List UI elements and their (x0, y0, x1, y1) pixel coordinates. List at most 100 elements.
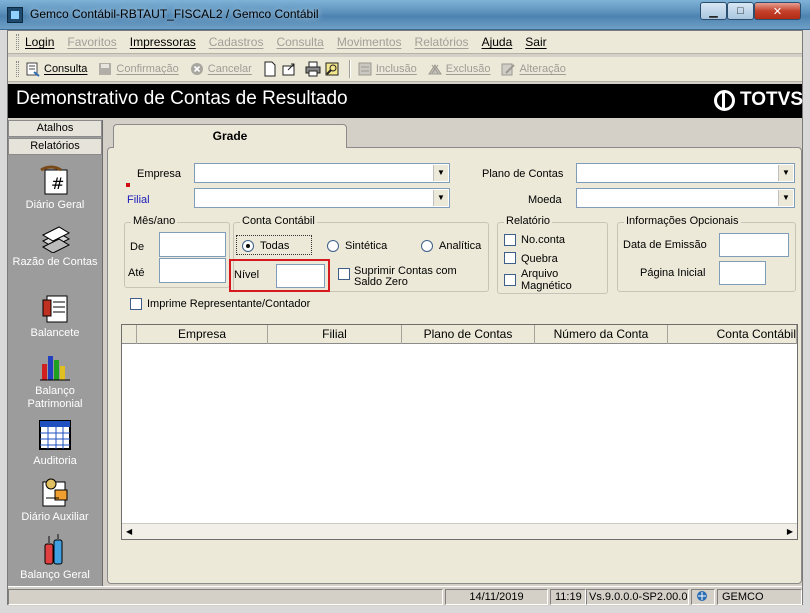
window-title: Gemco Contábil-RBTAUT_FISCAL2 / Gemco Co… (30, 7, 319, 21)
atalhos-button[interactable]: Atalhos (8, 120, 102, 137)
pagina-inicial-label: Página Inicial (640, 267, 706, 279)
shortcut-label: Diário Auxiliar (21, 511, 89, 523)
imprime-representante-label: Imprime Representante/Contador (147, 298, 311, 310)
relatorios-button[interactable]: Relatórios (8, 138, 102, 155)
menu-consulta[interactable]: Consulta (276, 35, 323, 49)
menu-login[interactable]: Login (25, 35, 54, 49)
data-emissao-input[interactable] (719, 233, 789, 257)
chevron-down-icon[interactable]: ▼ (433, 165, 448, 181)
balance-sheet-icon (39, 292, 71, 324)
toolbar-separator (348, 60, 351, 78)
alteracao-label: Alteração (519, 63, 566, 75)
status-version: Vs.9.0.0.0-SP2.00.0 (586, 589, 689, 605)
alteracao-button[interactable]: Alteração (500, 61, 566, 77)
cancelar-label: Cancelar (207, 63, 252, 75)
menu-relatorios[interactable]: Relatórios (415, 35, 469, 49)
cancelar-button[interactable]: Cancelar (189, 61, 252, 77)
inclusao-button[interactable]: Inclusão (357, 61, 417, 77)
delete-icon (427, 61, 443, 77)
tab-grade[interactable]: Grade (113, 124, 347, 148)
moeda-combo[interactable]: ▼ (576, 188, 795, 208)
menu-favoritos[interactable]: Favoritos (67, 35, 116, 49)
grid-column-header[interactable]: Número da Conta (535, 325, 668, 344)
status-user: GEMCO (717, 589, 802, 605)
app-icon (7, 7, 23, 23)
empresa-combo[interactable]: ▼ (194, 163, 450, 183)
confirmacao-label: Confirmação (116, 63, 179, 75)
consulta-button[interactable]: Consulta (25, 61, 87, 77)
mes-ano-de-input[interactable] (159, 232, 226, 257)
pagina-inicial-input[interactable] (719, 261, 766, 285)
filial-label: Filial (127, 194, 150, 206)
toolbar-grip (16, 61, 19, 77)
status-message-cell (8, 589, 443, 605)
exclusao-button[interactable]: Exclusão (427, 61, 491, 77)
radio-todas[interactable] (242, 240, 254, 252)
quebra-label: Quebra (521, 253, 558, 265)
export-icon[interactable] (281, 61, 297, 77)
shortcut-label: Auditoria (33, 455, 77, 467)
shortcut-diario-auxiliar[interactable]: Diário Auxiliar (8, 476, 102, 524)
scroll-right-icon[interactable]: ▶ (787, 527, 793, 536)
grid-row-indicator-header (122, 325, 137, 344)
grid-column-header[interactable]: Empresa (137, 325, 268, 344)
no-conta-checkbox[interactable] (504, 234, 516, 246)
totvs-logo-icon (714, 89, 735, 111)
printer-icon[interactable] (305, 61, 321, 77)
menu-bar: Login Favoritos Impressoras Cadastros Co… (8, 31, 802, 54)
results-grid[interactable]: Empresa Filial Plano de Contas Número da… (121, 324, 798, 540)
status-date: 14/11/2019 (445, 589, 548, 605)
exclusao-label: Exclusão (445, 63, 491, 75)
plano-contas-label: Plano de Contas (482, 168, 564, 180)
maximize-button[interactable]: □ (727, 2, 754, 20)
suprimir-label: Suprimir Contas com Saldo Zero (354, 265, 457, 288)
shortcut-diario-geral[interactable]: # Diário Geral (8, 164, 102, 212)
radio-sintetica[interactable] (327, 240, 339, 252)
moeda-label: Moeda (528, 194, 562, 206)
shortcut-label: Razão de Contas (12, 256, 98, 268)
shortcut-label: Balanço Geral (20, 569, 90, 581)
grid-column-header[interactable]: Conta Contábil (668, 325, 797, 344)
filial-combo[interactable]: ▼ (194, 188, 450, 208)
quebra-checkbox[interactable] (504, 252, 516, 264)
arquivo-magnetico-checkbox[interactable] (504, 274, 516, 286)
inclusao-label: Inclusão (375, 63, 417, 75)
confirmacao-button[interactable]: Confirmação (97, 61, 179, 77)
scroll-left-icon[interactable]: ◀ (126, 527, 132, 536)
consulta-icon (25, 61, 41, 77)
insert-icon (357, 61, 373, 77)
new-document-icon[interactable] (262, 61, 278, 77)
arquivo-magnetico-label: Arquivo Magnético (521, 268, 572, 292)
grid-header: Empresa Filial Plano de Contas Número da… (122, 325, 797, 344)
radio-analitica[interactable] (421, 240, 433, 252)
menu-cadastros[interactable]: Cadastros (209, 35, 264, 49)
shortcut-balanco-geral[interactable]: Balanço Geral (8, 534, 102, 582)
grid-column-header[interactable]: Filial (268, 325, 402, 344)
shortcut-auditoria[interactable]: Auditoria (8, 420, 102, 468)
close-button[interactable]: ✕ (754, 2, 801, 20)
menu-sair[interactable]: Sair (525, 35, 546, 49)
print-preview-icon[interactable] (324, 61, 340, 77)
auxiliary-journal-icon (39, 476, 71, 508)
shortcut-balanco-patrimonial[interactable]: Balanço Patrimonial (8, 350, 102, 411)
status-bar: 14/11/2019 11:19 Vs.9.0.0.0-SP2.00.0 GEM… (8, 586, 802, 606)
shortcut-razao-contas[interactable]: Razão de Contas (8, 221, 102, 269)
shortcut-balancete[interactable]: Balancete (8, 292, 102, 340)
menu-ajuda[interactable]: Ajuda (482, 35, 513, 49)
chevron-down-icon[interactable]: ▼ (778, 190, 793, 206)
analitica-label: Analítica (439, 240, 482, 252)
menu-movimentos[interactable]: Movimentos (337, 35, 402, 49)
grid-column-header[interactable]: Plano de Contas (402, 325, 535, 344)
chevron-down-icon[interactable]: ▼ (778, 165, 793, 181)
menu-impressoras[interactable]: Impressoras (130, 35, 196, 49)
save-disk-icon (97, 61, 113, 77)
screen-header: Demonstrativo de Contas de Resultado TOT… (8, 84, 803, 118)
suprimir-checkbox[interactable] (338, 268, 350, 280)
chevron-down-icon[interactable]: ▼ (433, 190, 448, 206)
grid-horizontal-scrollbar[interactable]: ◀ ▶ (122, 523, 797, 539)
plano-contas-combo[interactable]: ▼ (576, 163, 795, 183)
imprime-representante-checkbox[interactable] (130, 298, 142, 310)
minimize-button[interactable]: ▁ (700, 2, 727, 20)
relatorio-title: Relatório (504, 215, 553, 227)
mes-ano-ate-input[interactable] (159, 258, 226, 283)
